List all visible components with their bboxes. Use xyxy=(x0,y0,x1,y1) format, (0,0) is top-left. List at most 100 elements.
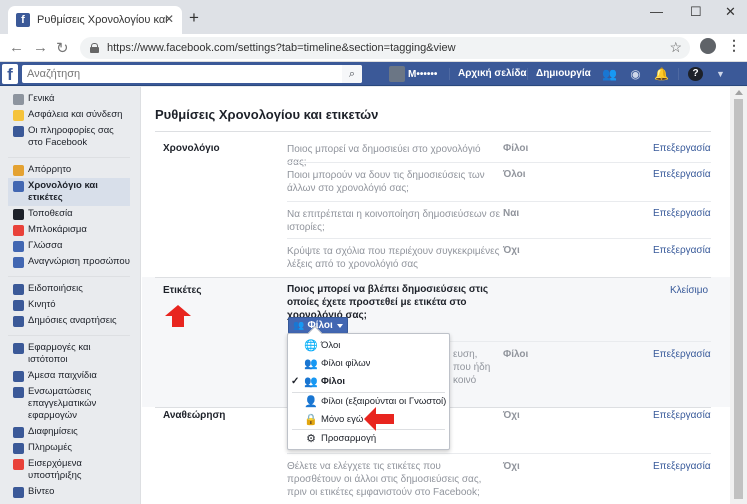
sidebar-item[interactable]: Τοποθεσία xyxy=(8,206,130,222)
menu-item-public[interactable]: 🌐 Όλοι xyxy=(288,337,449,354)
sidebar-item[interactable]: Ασφάλεια και σύνδεση xyxy=(8,107,130,123)
account-menu-icon[interactable]: ▼ xyxy=(713,67,728,81)
notifications-icon[interactable]: 🔔 xyxy=(654,67,669,81)
create-link[interactable]: Δημιουργία xyxy=(536,68,591,79)
setting-value: Ναι xyxy=(503,208,520,219)
ads-icon xyxy=(13,426,24,438)
business-integrations-icon xyxy=(13,386,24,398)
divider xyxy=(678,68,679,80)
setting-question: Ποιος μπορεί να δημοσιεύει στο χρονολόγι… xyxy=(287,144,481,168)
edit-link[interactable]: Επεξεργασία xyxy=(653,410,711,421)
close-tab-icon[interactable]: ✕ xyxy=(164,12,174,26)
sidebar-item[interactable]: Απόρρητο xyxy=(8,162,130,178)
sidebar-item-label: Εφαρμογές και ιστότοποι xyxy=(28,342,91,365)
sidebar-item-label: Δημόσιες αναρτήσεις xyxy=(28,315,117,326)
profile-avatar-icon[interactable] xyxy=(700,38,716,54)
friends-except-icon: 👤 xyxy=(304,396,318,408)
face-recognition-icon xyxy=(13,256,24,268)
profile-link[interactable]: Μ•••••• xyxy=(389,66,437,82)
section-label-timeline: Χρονολόγιο xyxy=(163,143,220,154)
maximize-icon[interactable]: ☐ xyxy=(690,4,702,20)
gear-icon xyxy=(13,93,24,105)
sidebar-item[interactable]: Πληρωμές xyxy=(8,440,130,456)
location-icon xyxy=(13,208,24,220)
scrollbar-thumb[interactable] xyxy=(734,99,743,499)
sidebar-item-label: Ενσωματώσεις επαγγελματικών εφαρμογών xyxy=(28,386,97,421)
sidebar-item[interactable]: Χρονολόγιο και ετικέτες xyxy=(8,178,130,206)
help-icon[interactable]: ? xyxy=(688,67,703,81)
sidebar-item[interactable]: Γλώσσα xyxy=(8,238,130,254)
search-icon[interactable]: ⌕ xyxy=(342,65,362,83)
divider xyxy=(155,131,711,132)
facebook-logo-icon[interactable]: f xyxy=(2,64,18,84)
chevron-down-icon xyxy=(336,323,343,328)
lock-icon: 🔒 xyxy=(304,414,318,426)
sidebar-item-label: Τοποθεσία xyxy=(28,208,73,219)
mobile-icon xyxy=(13,299,24,311)
window-close-icon[interactable]: ✕ xyxy=(725,4,736,20)
apps-icon xyxy=(13,342,24,354)
facebook-favicon-icon: f xyxy=(16,13,30,27)
facebook-header: f ⌕ Μ•••••• Αρχική σελίδα Δημιουργία 👥 ◉… xyxy=(0,62,747,86)
sidebar-group-privacy: Απόρρητο Χρονολόγιο και ετικέτες Τοποθεσία… xyxy=(8,158,130,277)
sidebar-item-label: Αναγνώριση προσώπου xyxy=(28,256,130,267)
messenger-icon[interactable]: ◉ xyxy=(628,67,643,81)
tab-title: Ρυθμίσεις Χρονολογίου και ετικετ... xyxy=(37,14,167,26)
new-tab-icon[interactable]: + xyxy=(189,8,199,28)
sidebar-item-label: Ασφάλεια και σύνδεση xyxy=(28,109,123,120)
browser-tab[interactable]: f Ρυθμίσεις Χρονολογίου και ετικετ... ✕ xyxy=(8,6,182,34)
url-field[interactable]: https://www.facebook.com/settings?tab=ti… xyxy=(80,37,690,59)
sidebar-item-label: Εισερχόμενα υποστήριξης xyxy=(28,458,82,481)
sidebar-item[interactable]: Κινητό xyxy=(8,297,130,313)
sidebar-item-label: Πληρωμές xyxy=(28,442,73,453)
close-link[interactable]: Κλείσιμο xyxy=(670,285,708,296)
setting-question: Κρύψτε τα σχόλια που περιέχουν συγκεκριμ… xyxy=(287,246,500,270)
scroll-up-icon[interactable] xyxy=(735,90,743,95)
sidebar-item-label: Χρονολόγιο και ετικέτες xyxy=(28,180,98,203)
sidebar-item[interactable]: Οι πληροφορίες σας στο Facebook xyxy=(8,123,130,151)
sidebar-item[interactable]: Αναγνώριση προσώπου xyxy=(8,254,130,270)
sidebar-item-label: Γενικά xyxy=(28,93,55,104)
friend-requests-icon[interactable]: 👥 xyxy=(602,67,617,81)
rss-icon xyxy=(13,315,24,327)
menu-item-friends-of-friends[interactable]: 👥 Φίλοι φίλων xyxy=(288,355,449,372)
forward-icon[interactable]: → xyxy=(33,39,48,56)
minimize-icon[interactable]: — xyxy=(650,4,663,19)
settings-sidebar: Γενικά Ασφάλεια και σύνδεση Οι πληροφορίες… xyxy=(0,87,140,504)
search-input[interactable] xyxy=(22,65,362,83)
sidebar-item[interactable]: Εισερχόμενα υποστήριξης xyxy=(8,456,130,484)
sidebar-item[interactable]: Δημόσιες αναρτήσεις xyxy=(8,313,130,329)
edit-link[interactable]: Επεξεργασία xyxy=(653,208,711,219)
sidebar-item[interactable]: Μπλοκάρισμα xyxy=(8,222,130,238)
divider xyxy=(449,68,450,80)
sidebar-item[interactable]: Ενσωματώσεις επαγγελματικών εφαρμογών xyxy=(8,384,130,424)
menu-item-custom[interactable]: ⚙ Προσαρμογή xyxy=(288,430,449,447)
menu-item-friends[interactable]: ✓ 👥 Φίλοι xyxy=(288,373,449,390)
edit-link[interactable]: Επεξεργασία xyxy=(653,143,711,154)
sidebar-item[interactable]: Γενικά xyxy=(8,91,130,107)
language-icon xyxy=(13,240,24,252)
sidebar-item[interactable]: Βίντεο xyxy=(8,484,130,500)
sidebar-item[interactable]: Εφαρμογές και ιστότοποι xyxy=(8,340,130,368)
friends-icon: 👥 xyxy=(293,320,305,330)
browser-menu-icon[interactable]: ⋮ xyxy=(727,37,741,54)
edit-link[interactable]: Επεξεργασία xyxy=(653,169,711,180)
edit-link[interactable]: Επεξεργασία xyxy=(653,349,711,360)
audience-dropdown-menu: 🌐 Όλοι 👥 Φίλοι φίλων ✓ 👥 Φίλοι 👤 Φίλοι (… xyxy=(287,325,450,450)
home-link[interactable]: Αρχική σελίδα xyxy=(458,68,527,79)
sidebar-item[interactable]: Ειδοποιήσεις xyxy=(8,281,130,297)
sidebar-item[interactable]: Άμεσα παιχνίδια xyxy=(8,368,130,384)
page-scrollbar[interactable] xyxy=(730,87,747,504)
edit-link[interactable]: Επεξεργασία xyxy=(653,245,711,256)
setting-value: Όχι xyxy=(503,461,520,472)
divider xyxy=(527,68,528,80)
back-icon[interactable]: ← xyxy=(9,39,24,56)
sidebar-group-notifications: Ειδοποιήσεις Κινητό Δημόσιες αναρτήσεις xyxy=(8,277,130,336)
setting-question: Ποιοι μπορούν να δουν τις δημοσιεύσεις τ… xyxy=(287,170,485,194)
bookmark-star-icon[interactable]: ☆ xyxy=(669,39,682,56)
edit-link[interactable]: Επεξεργασία xyxy=(653,461,711,472)
reload-icon[interactable]: ↻ xyxy=(56,39,69,57)
sidebar-item[interactable]: Διαφημίσεις xyxy=(8,424,130,440)
divider xyxy=(287,201,711,202)
friends-icon: 👥 xyxy=(304,376,318,388)
